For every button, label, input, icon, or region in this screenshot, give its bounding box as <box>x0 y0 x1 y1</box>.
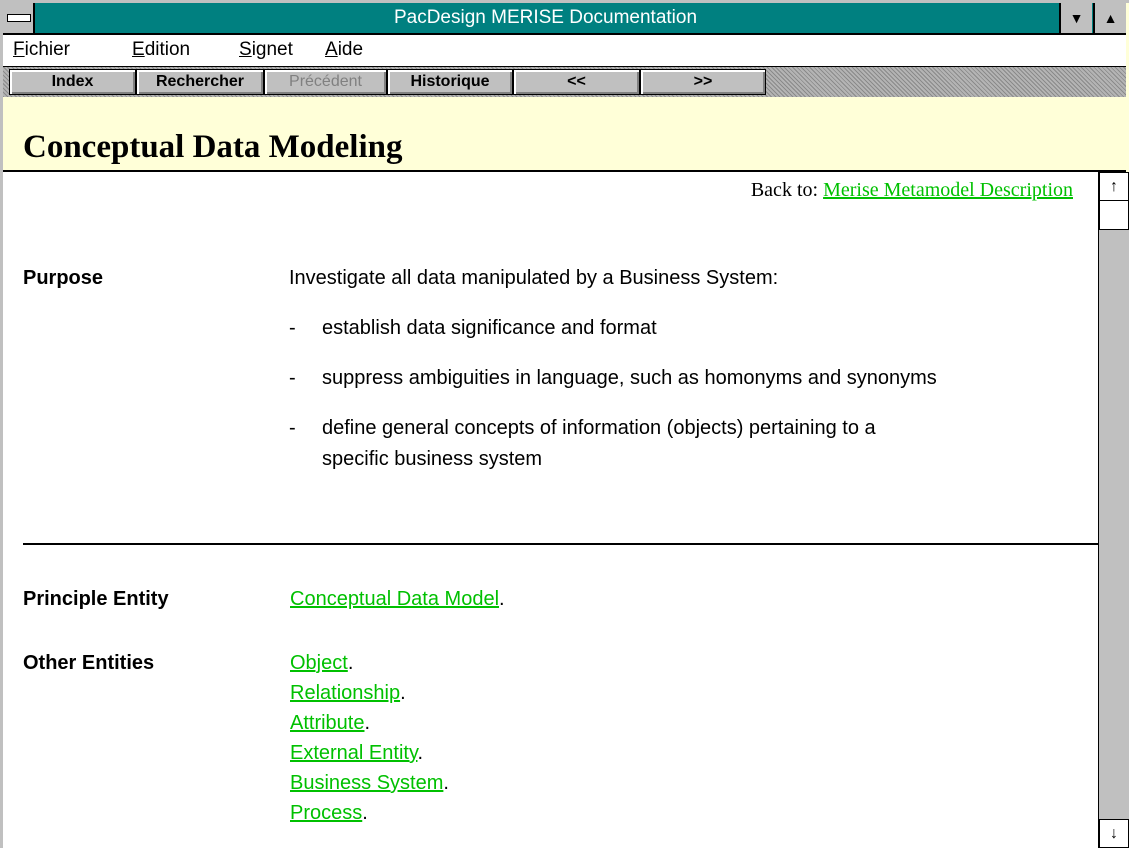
menu-bar: Fichier Edition Signet Aide <box>3 35 1126 67</box>
section-divider <box>23 543 1098 545</box>
vertical-scrollbar[interactable]: ↑ ↓ <box>1098 172 1129 848</box>
back-to-label: Back to: <box>750 179 824 201</box>
scroll-down-icon[interactable]: ↓ <box>1099 819 1129 848</box>
maximize-icon[interactable]: ▲ <box>1093 3 1126 33</box>
previous-button[interactable]: Précédent <box>264 69 387 95</box>
topic-content: Back to: Merise Metamodel Description Pu… <box>3 172 1098 848</box>
principle-entity-value: Conceptual Data Model. <box>290 588 505 610</box>
browse-forward-button[interactable]: >> <box>640 69 766 95</box>
purpose-point: define general concepts of information (… <box>322 417 876 439</box>
minimize-icon[interactable]: ▼ <box>1059 3 1092 33</box>
index-button[interactable]: Index <box>9 69 136 95</box>
purpose-label: Purpose <box>23 267 104 289</box>
other-entity: Object. <box>290 652 354 674</box>
menu-aide[interactable]: Aide <box>325 35 363 65</box>
bullet-dash: - <box>289 317 296 339</box>
scroll-thumb[interactable] <box>1099 200 1129 230</box>
conceptual-data-model-link[interactable]: Conceptual Data Model <box>290 588 499 610</box>
purpose-point: establish data significance and format <box>322 317 657 339</box>
scroll-up-icon[interactable]: ↑ <box>1099 172 1129 201</box>
other-entity: Relationship. <box>290 682 406 704</box>
other-entity: Business System. <box>290 772 449 794</box>
menu-fichier[interactable]: Fichier <box>13 35 70 65</box>
relationship-link[interactable]: Relationship <box>290 682 400 704</box>
title-bar[interactable]: PacDesign MERISE Documentation ▼ ▲ <box>3 3 1126 35</box>
other-entities-label: Other Entities <box>23 652 155 674</box>
object-link[interactable]: Object <box>290 652 348 674</box>
bullet-dash: - <box>289 367 296 389</box>
other-entity: External Entity. <box>290 742 424 764</box>
menu-signet[interactable]: Signet <box>239 35 293 65</box>
purpose-point-continued: specific business system <box>322 448 543 470</box>
other-entity: Process. <box>290 802 368 824</box>
external-entity-link[interactable]: External Entity <box>290 742 417 764</box>
back-to-link[interactable]: Merise Metamodel Description <box>823 179 1073 201</box>
menu-edition[interactable]: Edition <box>132 35 190 65</box>
search-button[interactable]: Rechercher <box>136 69 264 95</box>
principle-entity-label: Principle Entity <box>23 588 169 610</box>
browse-back-button[interactable]: << <box>513 69 640 95</box>
window-title: PacDesign MERISE Documentation <box>393 7 698 28</box>
back-to-line: Back to: Merise Metamodel Description <box>751 179 1073 202</box>
other-entity: Attribute. <box>290 712 371 734</box>
history-button[interactable]: Historique <box>387 69 513 95</box>
bullet-dash: - <box>289 417 296 439</box>
system-menu-icon[interactable] <box>3 3 35 33</box>
topic-title-band: Conceptual Data Modeling <box>3 97 1126 172</box>
business-system-link[interactable]: Business System <box>290 772 443 794</box>
process-link[interactable]: Process <box>290 802 362 824</box>
purpose-intro: Investigate all data manipulated by a Bu… <box>289 267 779 289</box>
purpose-point: suppress ambiguities in language, such a… <box>322 367 937 389</box>
button-bar: Index Rechercher Précédent Historique <<… <box>3 67 1126 97</box>
page-title: Conceptual Data Modeling <box>23 129 403 165</box>
attribute-link[interactable]: Attribute <box>290 712 364 734</box>
